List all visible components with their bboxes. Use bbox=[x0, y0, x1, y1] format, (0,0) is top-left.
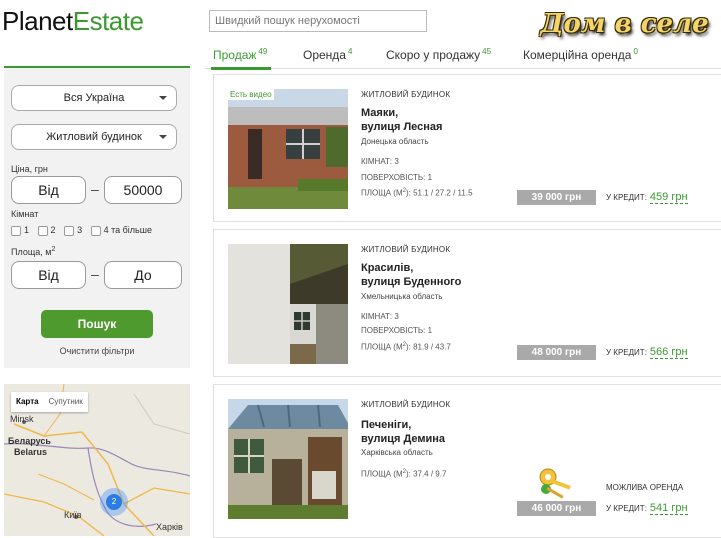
price-from-input[interactable]: Від bbox=[11, 176, 86, 204]
listing-photo[interactable]: Есть видео bbox=[228, 89, 348, 209]
room-option-1[interactable]: 1 bbox=[11, 225, 29, 236]
room-option-4-plus[interactable]: 4 та більше bbox=[90, 225, 152, 236]
range-dash: – bbox=[91, 181, 99, 197]
map-label-kharkiv: Харків bbox=[156, 522, 183, 532]
listing-region: Харківська область bbox=[361, 448, 433, 457]
chevron-down-icon bbox=[159, 135, 167, 139]
listing-area: ПЛОЩА (М2): 37.4 / 9.7 bbox=[361, 469, 447, 479]
listing-card[interactable]: Есть видео ЖИТЛОВИЙ БУДИНОК Маяки, вулиця… bbox=[213, 74, 721, 222]
map-label-belarus: Беларусь bbox=[8, 436, 51, 446]
credit-info: У КРЕДИТ: 566 грн bbox=[606, 346, 688, 359]
property-type: ЖИТЛОВИЙ БУДИНОК bbox=[361, 90, 451, 99]
listing-card[interactable]: ЖИТЛОВИЙ БУДИНОК Красилів, вулиця Буденно… bbox=[213, 229, 721, 377]
banner-text: Дом в селе bbox=[540, 9, 709, 39]
checkbox[interactable] bbox=[64, 225, 75, 236]
listing-photo[interactable] bbox=[228, 244, 348, 364]
credit-amount-link[interactable]: 459 грн bbox=[649, 191, 688, 204]
region-select[interactable]: Вся Україна bbox=[11, 85, 177, 111]
area-from-input[interactable]: Від bbox=[11, 261, 86, 289]
tab-count: 49 bbox=[258, 47, 268, 56]
tab-count: 4 bbox=[347, 47, 353, 56]
house-photo-image bbox=[228, 89, 348, 209]
cluster-count: 2 bbox=[106, 494, 122, 510]
rooms-label: Кімнат bbox=[11, 209, 39, 219]
video-badge: Есть видео bbox=[228, 89, 274, 100]
credit-info: У КРЕДИТ: 459 грн bbox=[606, 191, 688, 204]
clear-filters-link[interactable]: Очистити фільтри bbox=[4, 346, 190, 356]
listing-area: ПЛОЩА (М2): 51.1 / 27.2 / 11.5 bbox=[361, 188, 473, 198]
listing-floors: ПОВЕРХОВІСТЬ: 1 bbox=[361, 326, 433, 335]
rooms-checkboxes: 1 2 3 4 та більше bbox=[11, 225, 158, 236]
range-dash: – bbox=[91, 266, 99, 282]
map-tab-satellite[interactable]: Супутник bbox=[44, 392, 88, 412]
rent-possible-note: МОЖЛИВА ОРЕНДА bbox=[606, 483, 684, 492]
listing-floors: ПОВЕРХОВІСТЬ: 1 bbox=[361, 173, 433, 182]
room-option-3[interactable]: 3 bbox=[64, 225, 82, 236]
listing-photo[interactable] bbox=[228, 399, 348, 519]
listing-rooms: КІМНАТ: 3 bbox=[361, 157, 399, 166]
tab-rent[interactable]: Оренда 4 bbox=[303, 47, 352, 62]
credit-amount-link[interactable]: 566 грн bbox=[649, 346, 688, 359]
map-label-kyiv: Київ bbox=[64, 510, 82, 520]
credit-amount-link[interactable]: 541 грн bbox=[649, 502, 688, 515]
chevron-down-icon bbox=[159, 96, 167, 100]
map-label-belarus-en: Belarus bbox=[14, 447, 48, 457]
property-type: ЖИТЛОВИЙ БУДИНОК bbox=[361, 400, 451, 409]
tab-commercial-rent[interactable]: Комерційна оренда 0 bbox=[523, 47, 638, 62]
tab-coming-soon[interactable]: Скоро у продажу 45 bbox=[386, 47, 491, 62]
listing-title[interactable]: Маяки, вулиця Лесная bbox=[361, 106, 442, 134]
area-to-input[interactable]: До bbox=[104, 261, 182, 289]
map-widget[interactable]: Карта Супутник Minsk Беларусь Belarus Киї… bbox=[4, 384, 190, 536]
listing-area: ПЛОЩА (М2): 81.9 / 43.7 bbox=[361, 342, 451, 352]
house-photo-image bbox=[228, 399, 348, 519]
listing-title[interactable]: Красилів, вулиця Буденного bbox=[361, 261, 461, 289]
map-label-minsk: Minsk bbox=[10, 414, 34, 424]
map-tab-map[interactable]: Карта bbox=[11, 392, 44, 412]
listing-tabs: Продаж 49 Оренда 4 Скоро у продажу 45 Комер… bbox=[205, 44, 721, 70]
map-type-toggle: Карта Супутник bbox=[11, 392, 88, 412]
active-tab-indicator bbox=[211, 67, 272, 70]
listing-title[interactable]: Печеніги, вулиця Демина bbox=[361, 418, 445, 446]
listing-rooms: КІМНАТ: 3 bbox=[361, 312, 399, 321]
house-photo-image bbox=[228, 244, 348, 364]
listing-region: Донецька область bbox=[361, 137, 429, 146]
map-cluster-marker[interactable]: 2 bbox=[100, 488, 128, 516]
listing-card[interactable]: ЖИТЛОВИЙ БУДИНОК Печеніги, вулиця Демина … bbox=[213, 384, 721, 538]
filter-panel: Вся Україна Житловий будинок Ціна, грн В… bbox=[4, 66, 190, 368]
listing-price: 48 000 грн bbox=[517, 345, 596, 360]
price-to-input[interactable]: 50000 bbox=[104, 176, 182, 204]
tab-count: 45 bbox=[482, 47, 492, 56]
room-option-2[interactable]: 2 bbox=[37, 225, 56, 236]
credit-info: У КРЕДИТ: 541 грн bbox=[606, 502, 688, 515]
property-type: ЖИТЛОВИЙ БУДИНОК bbox=[361, 245, 451, 254]
listing-price: 39 000 грн bbox=[517, 190, 596, 205]
checkbox[interactable] bbox=[37, 225, 48, 236]
site-logo[interactable]: PlanetEstate bbox=[2, 4, 144, 38]
checkbox[interactable] bbox=[90, 225, 101, 236]
search-button[interactable]: Пошук bbox=[41, 310, 153, 338]
keys-icon bbox=[539, 468, 571, 499]
listing-price: 46 000 грн bbox=[517, 501, 596, 516]
tab-sale[interactable]: Продаж 49 bbox=[211, 47, 272, 70]
quick-search-input[interactable]: Швидкий пошук нерухомості bbox=[209, 10, 427, 32]
property-type-select[interactable]: Житловий будинок bbox=[11, 124, 177, 150]
listing-region: Хмельницька область bbox=[361, 292, 443, 301]
tab-count: 0 bbox=[633, 47, 638, 56]
price-label: Ціна, грн bbox=[11, 164, 48, 174]
checkbox[interactable] bbox=[11, 225, 21, 236]
area-label: Площа, м2 bbox=[11, 246, 56, 257]
